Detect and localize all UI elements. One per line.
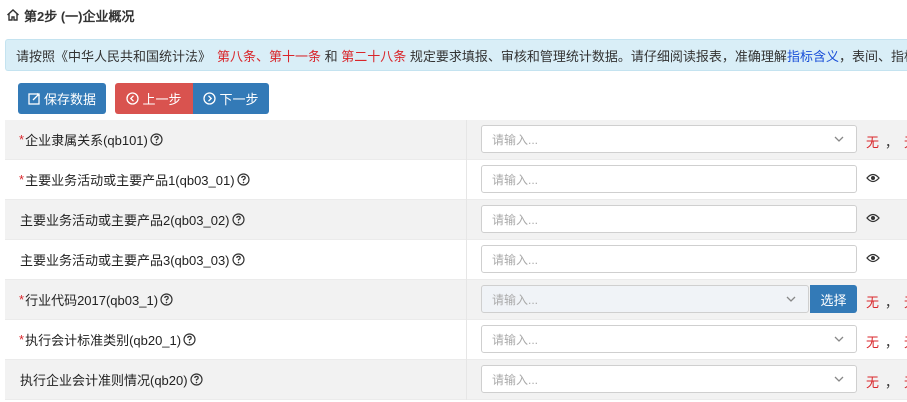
form-row-qb20: 执行企业会计准则情况(qb20) 请输入... 无，无 bbox=[5, 359, 907, 400]
notice-text: ，表间、指标间 bbox=[838, 48, 907, 64]
next-step-label: 下一步 bbox=[219, 92, 259, 107]
question-circle-icon[interactable] bbox=[189, 373, 203, 386]
notice-article-11: 第十一条 bbox=[269, 48, 322, 64]
input-placeholder: 请输入... bbox=[492, 212, 539, 227]
form-row-qb03-01: * 主要业务活动或主要产品1(qb03_01) 请输入... bbox=[5, 159, 907, 200]
form-row-qb03-1: * 行业代码2017(qb03_1) 请输入... 选择 无，无 bbox=[5, 279, 907, 320]
notice-separator: 、 bbox=[256, 48, 270, 64]
select-placeholder: 请输入... bbox=[492, 372, 539, 387]
qb03-03-input[interactable]: 请输入... bbox=[481, 245, 857, 273]
select-button[interactable]: 选择 bbox=[810, 285, 857, 313]
select-placeholder: 请输入... bbox=[492, 292, 539, 307]
chevron-down-icon bbox=[834, 376, 844, 382]
input-placeholder: 请输入... bbox=[492, 252, 539, 267]
notice-text: 请按照《中华人民共和国统计法》 bbox=[16, 48, 212, 64]
eye-icon[interactable] bbox=[866, 253, 880, 263]
notice-article-28: 第二十八条 bbox=[341, 48, 407, 64]
form-row-qb03-02: 主要业务活动或主要产品2(qb03_02) 请输入... bbox=[5, 199, 907, 240]
form-row-qb20-1: * 执行会计标准类别(qb20_1) 请输入... 无，无 bbox=[5, 319, 907, 360]
none-indicator: 无，无 bbox=[866, 375, 907, 390]
eye-icon[interactable] bbox=[866, 213, 880, 223]
field-label-text: 执行企业会计准则情况(qb20) bbox=[20, 373, 188, 388]
none-indicator: 无，无 bbox=[866, 295, 907, 310]
prev-step-label: 上一步 bbox=[142, 92, 182, 107]
field-label-text: 行业代码2017(qb03_1) bbox=[25, 293, 159, 308]
notice-text: 和 bbox=[321, 48, 342, 64]
chevron-down-icon bbox=[834, 336, 844, 342]
select-placeholder: 请输入... bbox=[492, 332, 539, 347]
page-title: 第2步 (一)企业概况 bbox=[24, 8, 135, 24]
question-circle-icon[interactable] bbox=[231, 253, 245, 266]
indicator-meaning-link[interactable]: 指标含义 bbox=[787, 46, 839, 65]
save-button-label: 保存数据 bbox=[44, 92, 97, 107]
field-label: * 主要业务活动或主要产品1(qb03_01) bbox=[5, 159, 467, 200]
form-rows: * 企业隶属关系(qb101) 请输入... 无，无 * 主要业务活动或主要产品… bbox=[5, 119, 907, 400]
field-label: 主要业务活动或主要产品3(qb03_03) bbox=[5, 239, 467, 280]
required-mark: * bbox=[19, 132, 25, 147]
home-icon[interactable] bbox=[6, 8, 20, 22]
question-circle-icon[interactable] bbox=[150, 133, 163, 146]
industry-code-select[interactable]: 请输入... bbox=[481, 285, 809, 313]
save-button[interactable]: 保存数据 bbox=[18, 83, 106, 114]
notice-banner: 请按照《中华人民共和国统计法》 第八条、第十一条 和 第二十八条 规定要求填报、… bbox=[5, 39, 907, 71]
field-label: * 执行会计标准类别(qb20_1) bbox=[5, 319, 467, 360]
field-label-text: 主要业务活动或主要产品2(qb03_02) bbox=[20, 213, 230, 228]
question-circle-icon[interactable] bbox=[160, 293, 173, 306]
chevron-down-icon bbox=[834, 136, 844, 142]
required-mark: * bbox=[19, 332, 25, 347]
notice-text: 规定要求填报、审核和管理统计数据。请仔细阅读报表，准确理解 bbox=[406, 48, 787, 64]
question-circle-icon[interactable] bbox=[183, 333, 196, 346]
arrow-left-circle-icon bbox=[126, 92, 140, 105]
select-placeholder: 请输入... bbox=[492, 132, 539, 147]
eye-icon[interactable] bbox=[866, 173, 880, 183]
accounting-standard-select[interactable]: 请输入... bbox=[481, 325, 857, 353]
field-label: 主要业务活动或主要产品2(qb03_02) bbox=[5, 199, 467, 240]
page-header: 第2步 (一)企业概况 bbox=[0, 0, 907, 30]
field-label-text: 主要业务活动或主要产品1(qb03_01) bbox=[25, 173, 235, 188]
arrow-right-circle-icon bbox=[203, 92, 217, 105]
field-label-text: 主要业务活动或主要产品3(qb03_03) bbox=[20, 253, 230, 268]
next-step-button[interactable]: 下一步 bbox=[193, 83, 269, 114]
qb101-select[interactable]: 请输入... bbox=[481, 125, 857, 153]
form-row-qb03-03: 主要业务活动或主要产品3(qb03_03) 请输入... bbox=[5, 239, 907, 280]
form-row-qb101: * 企业隶属关系(qb101) 请输入... 无，无 bbox=[5, 119, 907, 160]
required-mark: * bbox=[19, 172, 25, 187]
chevron-down-icon bbox=[786, 296, 796, 302]
field-label: 执行企业会计准则情况(qb20) bbox=[5, 359, 467, 400]
save-icon bbox=[28, 93, 40, 105]
none-indicator: 无，无 bbox=[866, 335, 907, 350]
question-circle-icon[interactable] bbox=[231, 213, 245, 226]
field-label-text: 企业隶属关系(qb101) bbox=[25, 133, 148, 148]
input-placeholder: 请输入... bbox=[492, 172, 539, 187]
accounting-rules-select[interactable]: 请输入... bbox=[481, 365, 857, 393]
notice-article-8: 第八条 bbox=[217, 48, 257, 64]
qb03-02-input[interactable]: 请输入... bbox=[481, 205, 857, 233]
field-label: * 企业隶属关系(qb101) bbox=[5, 119, 467, 160]
qb03-01-input[interactable]: 请输入... bbox=[481, 165, 857, 193]
question-circle-icon[interactable] bbox=[236, 173, 250, 186]
required-mark: * bbox=[19, 292, 25, 307]
prev-step-button[interactable]: 上一步 bbox=[115, 83, 193, 114]
field-label-text: 执行会计标准类别(qb20_1) bbox=[25, 333, 182, 348]
toolbar: 保存数据 上一步 下一步 bbox=[18, 83, 269, 114]
none-indicator: 无，无 bbox=[866, 135, 907, 150]
field-label: * 行业代码2017(qb03_1) bbox=[5, 279, 467, 320]
